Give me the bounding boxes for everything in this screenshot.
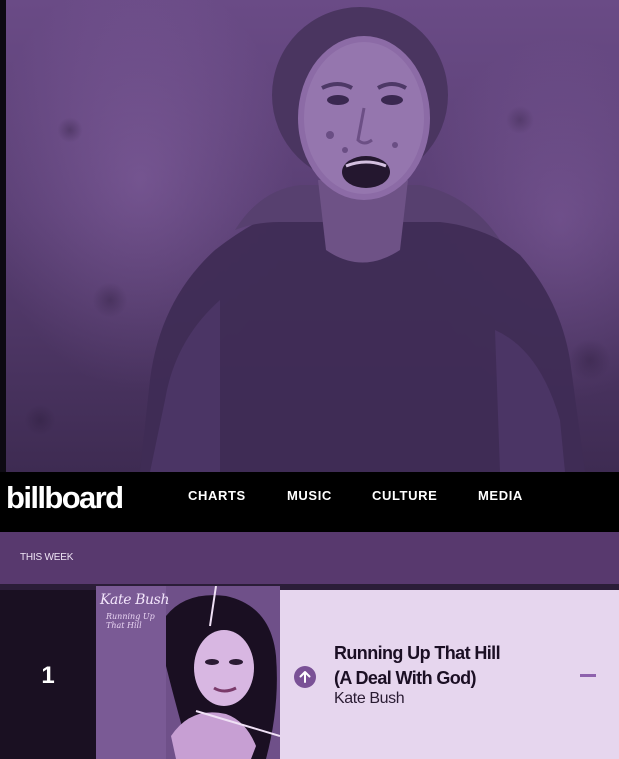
song-title[interactable]: Running Up That Hill (A Deal With God): [334, 641, 564, 691]
rank-number: 1: [41, 662, 55, 689]
nav-item-charts[interactable]: CHARTS: [188, 488, 246, 503]
billboard-logo[interactable]: billboard: [6, 480, 124, 516]
last-week-indicator: [580, 674, 596, 677]
nav-item-music[interactable]: MUSIC: [287, 488, 332, 503]
nav-item-media[interactable]: MEDIA: [478, 488, 523, 503]
song-title-line-1: Running Up That Hill: [334, 643, 501, 663]
album-cover[interactable]: Kate Bush Running Up That Hill: [96, 586, 280, 759]
hero-figure-illustration: [140, 7, 585, 472]
song-title-line-2: (A Deal With God): [334, 668, 477, 688]
rank-cell: 1: [0, 590, 96, 759]
cover-title-text: Running Up That Hill: [106, 612, 155, 630]
nav-item-culture[interactable]: CULTURE: [372, 488, 437, 503]
song-artist[interactable]: Kate Bush: [334, 690, 405, 708]
chart-header-bar: THIS WEEK: [0, 532, 619, 584]
site-header: billboard CHARTS MUSIC CULTURE MEDIA: [0, 472, 619, 532]
this-week-label: THIS WEEK: [20, 552, 74, 563]
hero-image: [0, 0, 619, 472]
cover-artist-text: Kate Bush: [100, 592, 170, 608]
up-arrow-icon: [294, 666, 316, 688]
hero-edge: [0, 0, 6, 472]
chart-row[interactable]: 1 Kate Bush Running Up That Hill Running…: [0, 586, 619, 759]
